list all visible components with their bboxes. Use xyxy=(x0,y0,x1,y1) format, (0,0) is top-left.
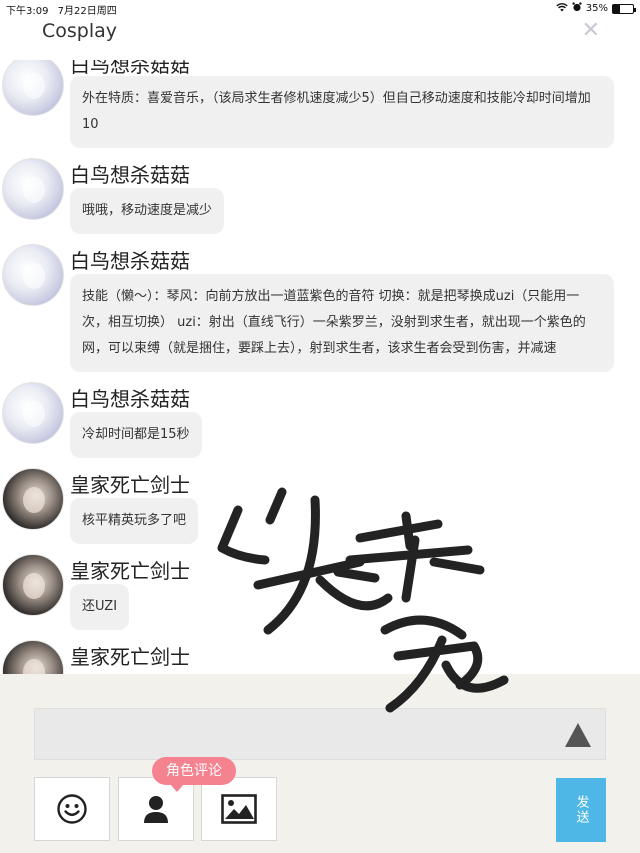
chat-message: 皇家死亡剑士 核平精英玩多了吧 xyxy=(0,468,640,544)
avatar[interactable] xyxy=(2,640,64,674)
sender-name: 白鸟想杀菇菇 xyxy=(70,163,190,187)
battery-fill xyxy=(613,4,620,13)
avatar[interactable] xyxy=(2,468,64,530)
wifi-icon xyxy=(556,2,568,15)
avatar[interactable] xyxy=(2,554,64,616)
sender-name: 皇家死亡剑士 xyxy=(70,559,190,583)
chat-message: 白鸟想杀菇菇 外在特质：喜爱音乐，（该局求生者修机速度减少5）但自己移动速度和技… xyxy=(0,60,640,148)
chat-message: 皇家死亡剑士 还UZI xyxy=(0,554,640,630)
sender-name: 皇家死亡剑士 xyxy=(70,473,190,497)
header: Cosplay ✕ xyxy=(0,16,640,60)
chat-message: 白鸟想杀菇菇 冷却时间都是15秒 xyxy=(0,382,640,458)
page-title: Cosplay xyxy=(42,20,118,42)
person-icon xyxy=(144,796,168,823)
input-panel: 角色评论 发送 xyxy=(0,674,640,853)
chat-message: 皇家死亡剑士 xyxy=(0,640,640,674)
message-bubble: 技能（懒～）：琴风：向前方放出一道蓝紫色的音符 切换：就是把琴换成uzi（只能用… xyxy=(70,274,614,372)
message-bubble: 核平精英玩多了吧 xyxy=(70,498,199,544)
message-bubble: 外在特质：喜爱音乐，（该局求生者修机速度减少5）但自己移动速度和技能冷却时间增加… xyxy=(70,76,614,148)
sender-name: 白鸟想杀菇菇 xyxy=(70,60,190,76)
chat-message: 白鸟想杀菇菇 哦哦，移动速度是减少 xyxy=(0,158,640,234)
avatar[interactable] xyxy=(2,244,64,306)
battery-percent: 35% xyxy=(585,3,608,14)
send-button[interactable]: 发送 xyxy=(556,778,606,842)
role-comment-badge[interactable]: 角色评论 xyxy=(152,757,236,792)
avatar[interactable] xyxy=(2,60,64,116)
sender-name: 皇家死亡剑士 xyxy=(70,645,190,669)
message-bubble: 冷却时间都是15秒 xyxy=(70,412,202,458)
avatar[interactable] xyxy=(2,382,64,444)
status-bar: 下午3:09 7月22日周四 35% xyxy=(0,0,640,17)
avatar[interactable] xyxy=(2,158,64,220)
message-input[interactable] xyxy=(34,708,606,760)
image-button[interactable] xyxy=(201,777,277,841)
status-time-date: 下午3:09 7月22日周四 xyxy=(6,2,117,17)
image-icon xyxy=(221,794,257,824)
message-bubble: 还UZI xyxy=(70,584,130,630)
battery-icon xyxy=(612,3,636,14)
emoji-button[interactable] xyxy=(34,777,110,841)
status-right: 35% xyxy=(556,2,636,15)
alarm-icon xyxy=(572,2,582,15)
message-bubble: 哦哦，移动速度是减少 xyxy=(70,188,225,234)
sender-name: 白鸟想杀菇菇 xyxy=(70,387,190,411)
expand-triangle-icon[interactable] xyxy=(565,723,591,747)
sender-name: 白鸟想杀菇菇 xyxy=(70,249,190,273)
close-icon[interactable]: ✕ xyxy=(582,18,600,43)
chat-message: 白鸟想杀菇菇 技能（懒～）：琴风：向前方放出一道蓝紫色的音符 切换：就是把琴换成… xyxy=(0,244,640,372)
send-label: 发送 xyxy=(573,795,589,825)
chat-list[interactable]: 白鸟想杀菇菇 外在特质：喜爱音乐，（该局求生者修机速度减少5）但自己移动速度和技… xyxy=(0,60,640,674)
smiley-icon xyxy=(57,794,87,824)
